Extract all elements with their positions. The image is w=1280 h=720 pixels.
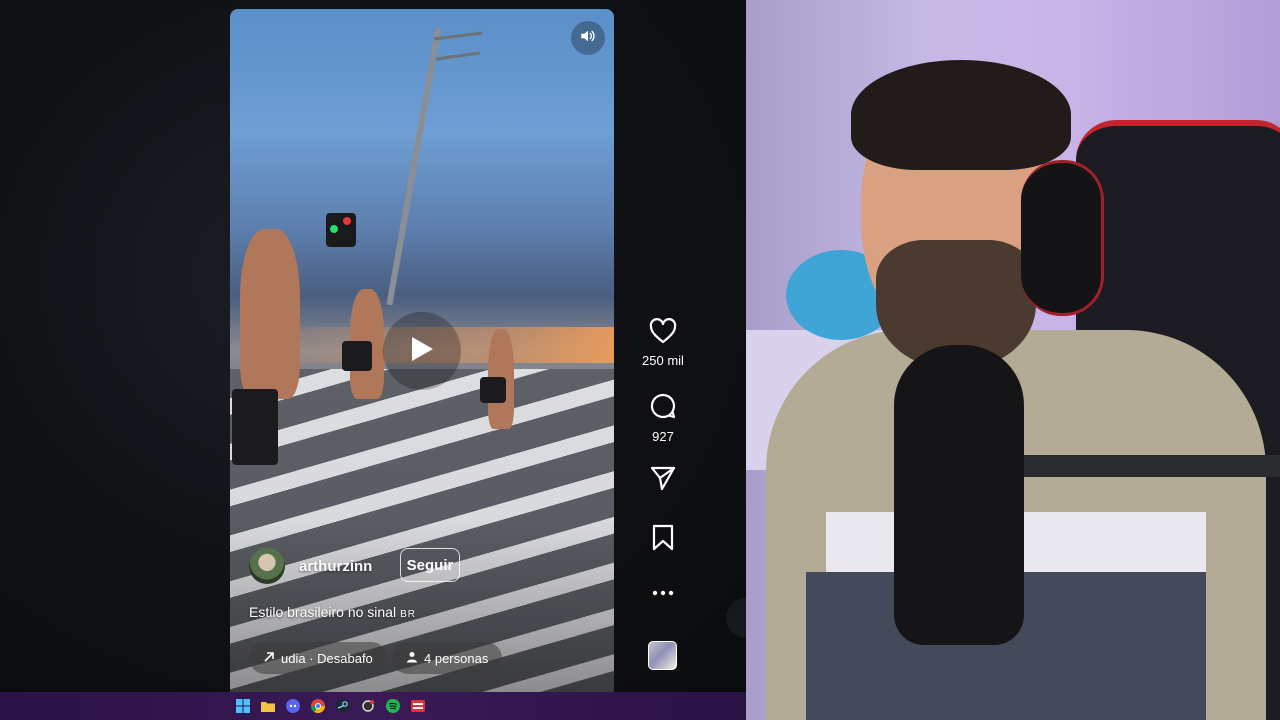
speaker-icon	[579, 27, 597, 50]
audio-chip[interactable]: udia · Desabafo	[249, 642, 387, 674]
people-chip[interactable]: 4 personas	[392, 642, 503, 674]
video-person-shorts	[342, 341, 372, 371]
send-icon	[649, 466, 677, 496]
file-explorer-icon[interactable]	[260, 698, 276, 714]
spotify-icon[interactable]	[385, 698, 401, 714]
video-person-shorts	[232, 389, 278, 465]
play-icon	[409, 335, 435, 368]
discord-icon[interactable]	[285, 698, 301, 714]
webcam-mic-arm	[996, 455, 1280, 477]
comment-action[interactable]: 927	[640, 392, 686, 444]
webcam-headset	[1021, 160, 1104, 316]
audio-chip-label: udia · Desabafo	[281, 650, 373, 666]
author-name[interactable]: arthurzinn	[299, 558, 372, 575]
avatar[interactable]	[249, 548, 285, 584]
more-icon	[651, 584, 675, 601]
chrome-icon[interactable]	[310, 698, 326, 714]
flag-badge: BR	[400, 609, 416, 620]
video-streetlight-head	[433, 31, 483, 61]
caption-text: Estilo brasileiro no sinal	[249, 604, 397, 620]
people-chip-label: 4 personas	[424, 650, 489, 666]
app-red-icon[interactable]	[410, 698, 426, 714]
more-action[interactable]	[640, 584, 686, 602]
comment-count: 927	[652, 429, 674, 444]
video-person	[240, 229, 300, 399]
save-action[interactable]	[640, 524, 686, 557]
webcam-streamer-hair	[851, 60, 1071, 170]
webcam-feed	[746, 0, 1280, 720]
comment-icon	[649, 393, 677, 424]
share-action[interactable]	[640, 464, 686, 497]
follow-button[interactable]: Seguir	[400, 548, 460, 582]
video-traffic-light	[326, 213, 356, 247]
audio-thumbnail[interactable]	[648, 641, 677, 670]
heart-icon	[649, 318, 677, 348]
webcam-microphone	[894, 345, 1024, 645]
play-button[interactable]	[383, 312, 461, 390]
bookmark-icon	[651, 524, 675, 556]
mute-button[interactable]	[571, 21, 605, 55]
obs-icon[interactable]	[360, 698, 376, 714]
like-count: 250 mil	[642, 353, 684, 368]
like-action[interactable]: 250 mil	[640, 318, 686, 368]
author-row: arthurzinn	[249, 548, 372, 584]
steam-icon[interactable]	[335, 698, 351, 714]
post-caption: Estilo brasileiro no sinal BR	[249, 604, 416, 620]
windows-start-icon[interactable]	[235, 698, 251, 714]
person-icon	[406, 651, 418, 666]
arrow-up-right-icon	[263, 651, 275, 666]
video-person-shorts	[480, 377, 506, 403]
